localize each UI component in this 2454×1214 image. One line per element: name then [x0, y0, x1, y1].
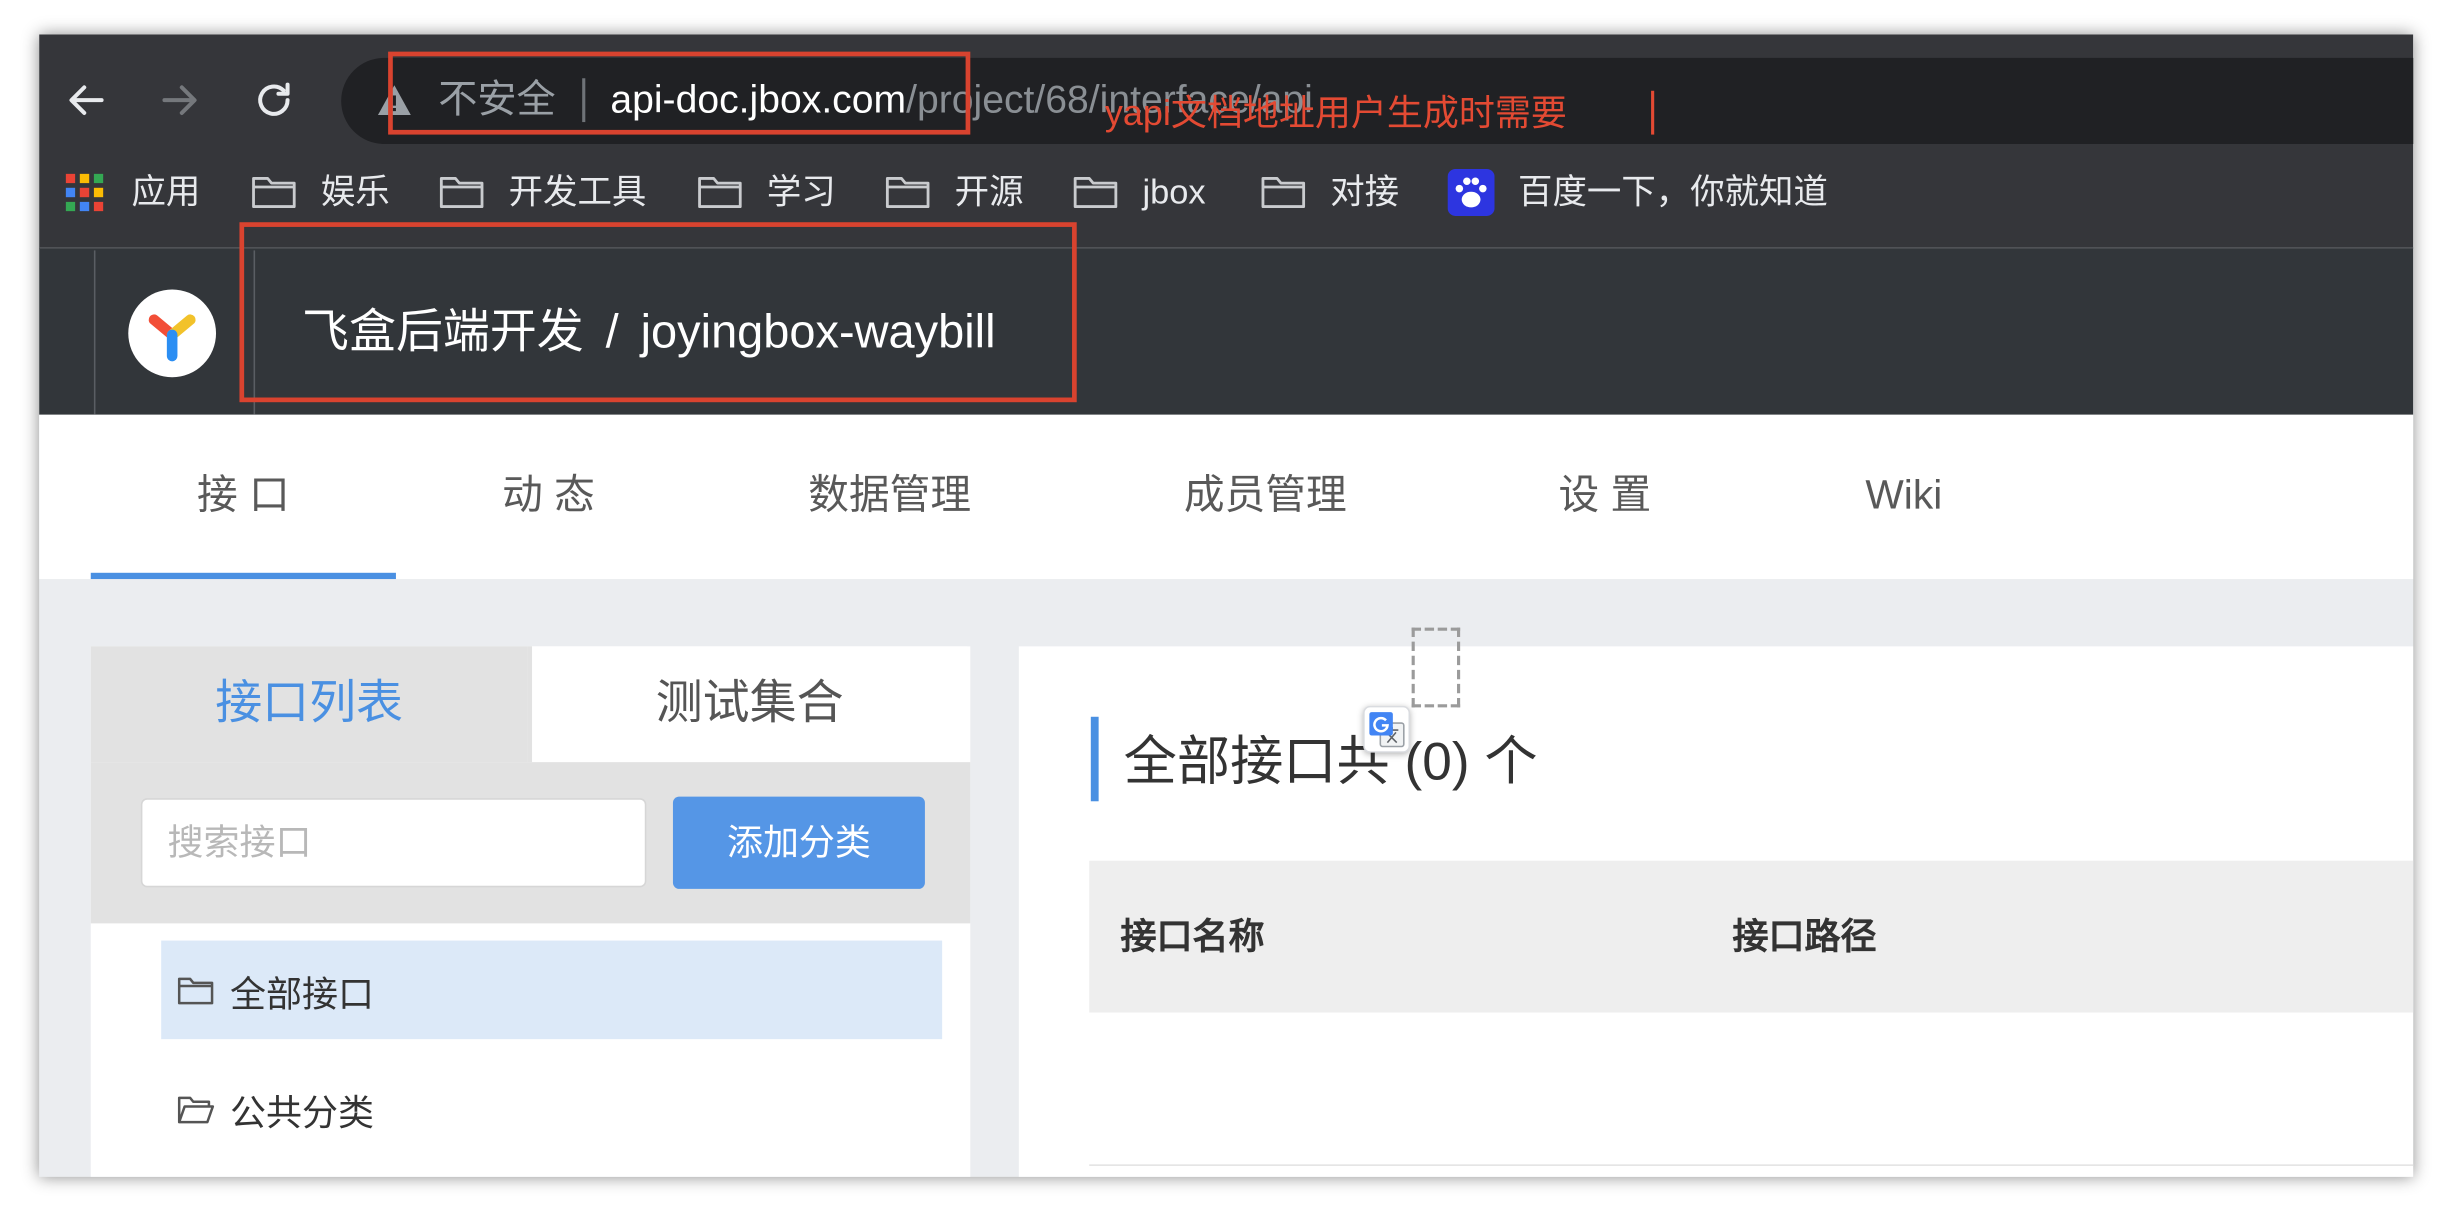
yapi-logo-icon[interactable]	[127, 288, 218, 379]
interface-list-panel: 全部接口共 (0) 个 接口名称 接口路径	[1018, 646, 2414, 1177]
browser-window: 不安全 api-doc.jbox.com/project/68/interfac…	[39, 34, 2414, 1177]
annotation-text: yapi文档地址用户生成时需要	[1104, 92, 1567, 134]
bookmark-label: 开发工具	[508, 172, 647, 212]
tab-wiki[interactable]: Wiki	[1751, 415, 2056, 575]
arrow-left-icon	[69, 85, 104, 115]
bookmark-label: 对接	[1330, 172, 1400, 212]
bookmark-label: jbox	[1142, 172, 1206, 212]
google-translate-icon[interactable]	[1363, 705, 1411, 753]
folder-icon	[1072, 174, 1119, 212]
back-button[interactable]	[64, 78, 108, 122]
bookmark-label: 娱乐	[320, 172, 390, 212]
search-input[interactable]	[140, 798, 647, 888]
screenshot-stage: 不安全 api-doc.jbox.com/project/68/interfac…	[0, 0, 2454, 1213]
interface-sidebar: 接口列表 测试集合 添加分类 全部接口 公共分类	[90, 646, 971, 1177]
bookmark-label: 应用	[131, 172, 201, 212]
arrow-right-icon	[162, 85, 197, 115]
bookmark-baidu[interactable]: 百度一下，你就知道	[1447, 166, 1828, 219]
table-bottom-border	[1089, 1164, 2414, 1166]
tab-data-management[interactable]: 数据管理	[737, 415, 1042, 575]
category-item-all[interactable]: 全部接口	[161, 940, 943, 1040]
folder-icon	[438, 174, 485, 212]
bookmark-label: 开源	[954, 172, 1024, 212]
column-header-name: 接口名称	[1120, 915, 1265, 957]
tab-settings[interactable]: 设 置	[1452, 415, 1757, 575]
annotation-box-project	[239, 222, 1077, 403]
reload-button[interactable]	[252, 78, 296, 122]
category-label: 全部接口	[230, 972, 375, 1014]
annotation-box-url	[388, 51, 971, 135]
page-title: 全部接口共 (0) 个	[1123, 732, 1538, 792]
text-cursor	[1651, 90, 1655, 135]
tab-activity[interactable]: 动 态	[396, 415, 701, 575]
baidu-icon	[1447, 169, 1495, 216]
bookmark-folder-study[interactable]: 学习	[696, 166, 836, 219]
project-tab-bar: 接 口 动 态 数据管理 成员管理 设 置 Wiki	[39, 414, 2414, 580]
column-header-path: 接口路径	[1732, 915, 1877, 957]
bookmark-folder-opensource[interactable]: 开源	[884, 166, 1024, 219]
bookmark-label: 学习	[766, 172, 836, 212]
bookmark-folder-entertainment[interactable]: 娱乐	[250, 166, 390, 219]
bookmark-apps[interactable]: 应用	[65, 166, 201, 219]
tab-interface-list[interactable]: 接口列表	[90, 646, 528, 763]
folder-icon	[884, 174, 931, 212]
title-accent-bar	[1090, 716, 1099, 802]
header-divider	[93, 250, 96, 417]
tab-member-management[interactable]: 成员管理	[1113, 415, 1418, 575]
bookmark-folder-integration[interactable]: 对接	[1260, 166, 1399, 219]
active-tab-indicator	[90, 572, 396, 580]
forward-button[interactable]	[158, 78, 202, 122]
category-item-public[interactable]: 公共分类	[161, 1060, 942, 1159]
table-header: 接口名称 接口路径	[1089, 860, 2414, 1013]
add-category-button[interactable]: 添加分类	[672, 796, 925, 889]
tab-test-collection[interactable]: 测试集合	[532, 646, 968, 763]
search-toolbar: 添加分类	[90, 762, 971, 924]
folder-icon	[1260, 174, 1307, 212]
folder-icon	[177, 974, 215, 1005]
category-label: 公共分类	[230, 1091, 375, 1133]
selection-marquee	[1411, 627, 1461, 708]
bookmark-label: 百度一下，你就知道	[1518, 172, 1828, 212]
folder-icon	[250, 174, 297, 212]
bookmark-folder-jbox[interactable]: jbox	[1072, 166, 1206, 219]
folder-open-icon	[177, 1093, 215, 1124]
apps-grid-icon	[65, 173, 104, 212]
reload-icon	[258, 82, 290, 116]
bookmark-folder-devtools[interactable]: 开发工具	[438, 166, 646, 219]
tab-interface[interactable]: 接 口	[91, 415, 396, 575]
folder-icon	[696, 174, 743, 212]
